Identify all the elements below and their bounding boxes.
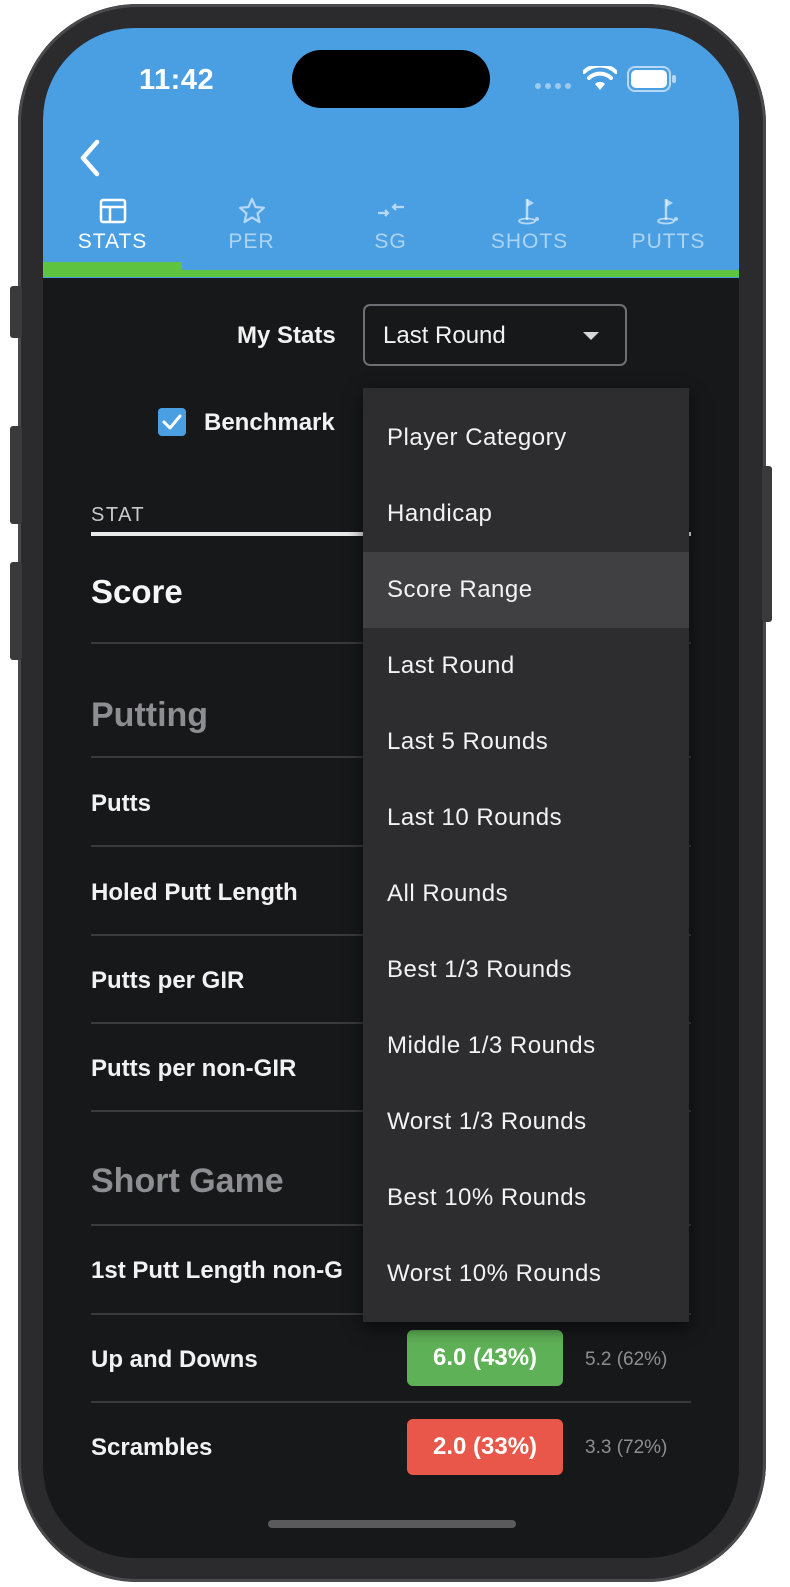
mute-switch xyxy=(10,286,22,338)
arrows-icon xyxy=(377,203,404,217)
section-putting: Putting xyxy=(91,696,209,734)
menu-item-score-range[interactable]: Score Range xyxy=(363,552,689,628)
checkmark-icon xyxy=(162,414,182,430)
row-score-label: Score xyxy=(91,573,183,610)
stats-filter-dropdown-menu: Player Category Handicap Score Range Las… xyxy=(363,388,689,1322)
menu-item-best-third-rounds[interactable]: Best 1/3 Rounds xyxy=(363,932,689,1008)
benchmark-label: Benchmark xyxy=(204,409,335,436)
back-arrow-icon[interactable] xyxy=(75,136,105,180)
tab-label: SG xyxy=(374,230,407,253)
menu-item-last-5-rounds[interactable]: Last 5 Rounds xyxy=(363,704,689,780)
my-stats-value: Last Round xyxy=(383,322,506,349)
row-up-and-downs-label: Up and Downs xyxy=(91,1346,258,1373)
up-and-downs-benchmark: 5.2 (62%) xyxy=(585,1349,668,1370)
tab-label: SHOTS xyxy=(490,230,569,253)
tab-label: PUTTS xyxy=(631,230,706,253)
tab-shots[interactable]: SHOTS xyxy=(460,196,599,276)
menu-item-worst-third-rounds[interactable]: Worst 1/3 Rounds xyxy=(363,1084,689,1160)
chevron-down-icon xyxy=(583,332,599,340)
up-and-downs-value-badge: 6.0 (43%) xyxy=(407,1330,563,1386)
row-putts-per-non-gir-label: Putts per non-GIR xyxy=(91,1055,297,1082)
tab-label: PER xyxy=(228,230,275,253)
tab-putts[interactable]: PUTTS xyxy=(599,196,738,276)
flag-icon xyxy=(517,199,539,225)
flag-icon xyxy=(656,199,678,225)
app-screen: 11:42 STATS PER SG SHOTS PUTTS My Stats … xyxy=(43,28,739,1558)
scrambles-benchmark: 3.3 (72%) xyxy=(585,1437,668,1458)
benchmark-checkbox[interactable] xyxy=(158,408,186,436)
star-icon xyxy=(238,197,265,224)
my-stats-label: My Stats xyxy=(237,322,336,349)
row-putts-label: Putts xyxy=(91,790,151,817)
row-first-putt-length-label: 1st Putt Length non-G xyxy=(91,1257,343,1284)
menu-item-all-rounds[interactable]: All Rounds xyxy=(363,856,689,932)
table-icon xyxy=(99,198,126,224)
row-scrambles-label: Scrambles xyxy=(91,1434,213,1461)
section-short-game: Short Game xyxy=(91,1162,284,1200)
tab-underline xyxy=(43,270,739,277)
signal-dots-icon xyxy=(535,83,571,89)
menu-item-worst-10-percent-rounds[interactable]: Worst 10% Rounds xyxy=(363,1236,689,1312)
power-button xyxy=(762,466,772,622)
row-divider xyxy=(91,1401,691,1403)
battery-icon xyxy=(627,66,676,92)
wifi-icon xyxy=(583,66,617,90)
status-time: 11:42 xyxy=(139,64,215,96)
scrambles-value-badge: 2.0 (33%) xyxy=(407,1419,563,1475)
menu-item-handicap[interactable]: Handicap xyxy=(363,476,689,552)
tab-label: STATS xyxy=(77,230,148,253)
dynamic-island xyxy=(292,50,490,108)
home-indicator[interactable] xyxy=(268,1520,516,1528)
tab-active-indicator xyxy=(43,262,182,271)
my-stats-select[interactable]: Last Round xyxy=(363,304,627,366)
menu-item-middle-third-rounds[interactable]: Middle 1/3 Rounds xyxy=(363,1008,689,1084)
menu-item-last-round[interactable]: Last Round xyxy=(363,628,689,704)
row-putts-per-gir-label: Putts per GIR xyxy=(91,967,245,994)
volume-up-button xyxy=(10,426,22,524)
menu-item-last-10-rounds[interactable]: Last 10 Rounds xyxy=(363,780,689,856)
volume-down-button xyxy=(10,562,22,660)
menu-item-best-10-percent-rounds[interactable]: Best 10% Rounds xyxy=(363,1160,689,1236)
column-header-stat: STAT xyxy=(91,504,146,526)
tab-sg[interactable]: SG xyxy=(321,196,460,276)
tab-per[interactable]: PER xyxy=(182,196,321,276)
row-holed-putt-length-label: Holed Putt Length xyxy=(91,879,298,906)
menu-item-player-category[interactable]: Player Category xyxy=(363,400,689,476)
